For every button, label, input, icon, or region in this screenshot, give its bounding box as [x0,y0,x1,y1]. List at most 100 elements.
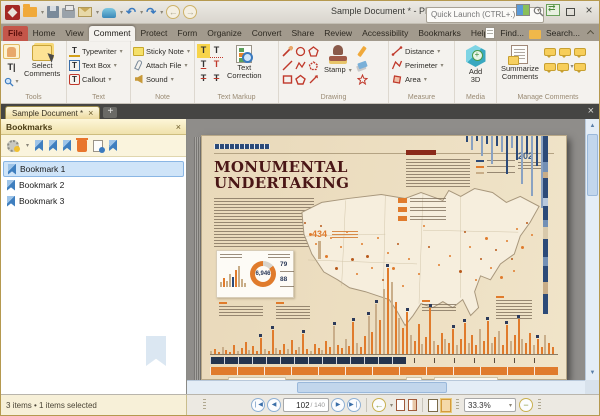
insert-text-icon[interactable]: T [210,58,223,72]
comment-styles-dropdown-icon[interactable]: ▾ [570,63,573,70]
strikeout-text-icon[interactable]: T [197,72,210,86]
last-page-button[interactable]: ▶❘ [347,398,361,412]
zoom-level-select[interactable]: 33.3%▾ [464,398,516,412]
ribbon-collapse-icon[interactable] [587,29,594,36]
close-document-button[interactable]: × [588,105,594,117]
previous-view-button[interactable]: ← [372,398,386,412]
tab-accessibility[interactable]: Accessibility [357,26,413,41]
sticky-note-button[interactable]: Sticky Note▾ [133,44,190,58]
perimeter-button[interactable]: Perimeter▾ [391,58,444,72]
squiggly-underline-icon[interactable]: T [210,44,223,58]
hand-tool-button[interactable] [3,44,20,59]
tab-protect[interactable]: Protect [135,26,172,41]
undo-dropdown-icon[interactable]: ▾ [140,9,143,16]
single-page-layout-button[interactable] [428,399,438,412]
close-bookmarks-panel-icon[interactable]: × [176,122,181,132]
circle-tool-icon[interactable] [295,46,306,57]
scroll-down-icon[interactable]: ▼ [586,366,599,380]
history-back-button[interactable]: ← [166,5,180,19]
arrow-tool-icon[interactable] [308,74,319,85]
distance-button[interactable]: Distance▾ [391,44,440,58]
callout-button[interactable]: TCallout▾ [69,72,111,86]
tab-share[interactable]: Share [287,26,320,41]
tab-form[interactable]: Form [172,26,202,41]
page-number-box[interactable]: 102 / 140 [283,398,329,412]
select-text-button[interactable]: T| [3,59,20,74]
bookmark-settings-icon[interactable] [109,140,117,151]
previous-page-button[interactable]: ◀ [267,398,281,412]
comment-styles-icon[interactable] [557,63,569,71]
area-button[interactable]: Area▾ [391,72,427,86]
print-icon[interactable] [62,8,75,18]
restore-window-button[interactable] [566,8,575,16]
ui-options-icon[interactable] [516,4,530,16]
save-icon[interactable] [47,6,59,18]
hide-comments-icon[interactable] [544,63,556,71]
replace-text-icon[interactable]: T [210,72,223,86]
cloud-tool-icon[interactable] [308,60,319,71]
bookmarks-options-icon[interactable] [7,140,19,152]
document-view[interactable]: MONUMENTAL UNDERTAKING 202 [187,119,599,394]
underline-text-icon[interactable]: T [197,58,210,72]
scroll-up-icon[interactable]: ▲ [586,119,599,133]
vertical-scroll-thumb[interactable] [587,134,598,196]
text-correction-button[interactable]: Text Correction [225,44,264,81]
text-box-button[interactable]: TText Box▾ [69,58,117,72]
tab-bookmarks[interactable]: Bookmarks [413,26,466,41]
first-page-button[interactable]: ❘◀ [251,398,265,412]
close-window-button[interactable]: × [581,3,597,17]
redo-dropdown-icon[interactable]: ▾ [160,9,163,16]
ui-options-dropdown-icon[interactable]: ▾ [537,7,540,14]
previous-comment-icon[interactable] [559,48,571,56]
tab-organize[interactable]: Organize [202,26,247,41]
tab-review[interactable]: Review [319,26,357,41]
snapshot-page-icon[interactable] [396,399,405,411]
open-dropdown-icon[interactable]: ▾ [41,9,44,16]
bookmark-item[interactable]: Bookmark 1 [3,161,184,177]
continuous-layout-button[interactable] [441,399,451,412]
history-forward-button[interactable]: → [183,5,197,19]
session-icon[interactable] [102,8,116,18]
close-document-tab-icon[interactable]: × [88,109,93,117]
view-history-dropdown-icon[interactable]: ▾ [390,402,393,409]
switch-ui-icon[interactable] [546,4,560,16]
polyline-tool-icon[interactable] [295,60,306,71]
polygon-tool-icon[interactable] [308,46,319,57]
pencil-tool-icon[interactable] [282,46,293,57]
star-tool-icon[interactable] [357,74,368,85]
stamp-button[interactable]: Stamp ▾ [322,44,354,76]
horizontal-scroll-thumb[interactable] [297,382,447,393]
open-file-icon[interactable] [23,7,37,17]
summarize-comments-button[interactable]: Summarize Comments [499,44,541,82]
attach-file-button[interactable]: Attach File▾ [133,58,187,72]
next-comment-icon[interactable] [544,48,556,56]
horizontal-scrollbar[interactable] [187,380,585,394]
tab-comment[interactable]: Comment [89,26,136,41]
rectangle-tool-icon[interactable] [282,74,293,85]
tab-home[interactable]: Home [28,26,61,41]
tab-view[interactable]: View [60,26,88,41]
highlighter-tool-icon[interactable] [358,45,368,56]
delete-bookmark-icon[interactable] [77,140,87,152]
email-dropdown-icon[interactable]: ▾ [96,9,99,16]
bookmarks-options-dropdown-icon[interactable]: ▾ [26,142,29,149]
find-button[interactable]: Find... [500,28,524,38]
redo-icon[interactable]: ↷ [146,6,156,18]
eraser-tool-icon[interactable] [357,61,368,70]
select-comments-button[interactable]: Select Comments [22,44,62,79]
undo-icon[interactable]: ↶ [126,6,136,18]
reply-comment-icon[interactable] [574,48,586,56]
expand-bookmarks-icon[interactable] [35,140,43,151]
bookmark-item[interactable]: Bookmark 2 [3,177,184,193]
vertical-scrollbar[interactable]: ▲ ▼ [585,119,599,380]
pentagon-tool-icon[interactable] [295,74,306,85]
session-dropdown-icon[interactable]: ▾ [120,9,123,16]
new-bookmark-icon[interactable] [63,140,71,151]
next-page-button[interactable]: ▶ [331,398,345,412]
export-comments-icon[interactable] [574,63,586,71]
bookmark-item[interactable]: Bookmark 3 [3,193,184,209]
email-icon[interactable] [78,7,92,17]
highlight-text-icon[interactable]: T [197,44,210,58]
search-button[interactable]: Search... [546,28,580,38]
bookmark-properties-icon[interactable] [93,140,103,152]
